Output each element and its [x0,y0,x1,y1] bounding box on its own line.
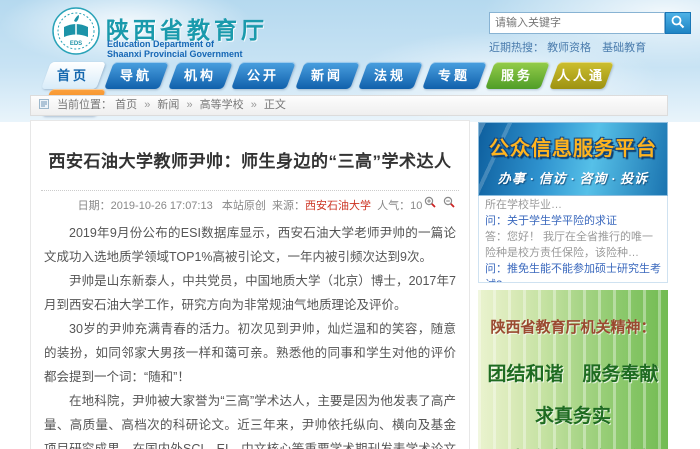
article-title: 西安石油大学教师尹帅：师生身边的“三高”学术达人 [31,147,469,172]
location-list-icon [39,97,49,116]
breadcrumb-label: 当前位置： [57,99,112,111]
spirit-slogan: 开拓创新 争创一流 [478,444,668,449]
nav-tab-disclosure[interactable]: 公开 [231,62,296,89]
font-zoom-controls [420,196,455,211]
hot-search-link-basic-edu[interactable]: 基础教育 [602,42,646,54]
svg-text:EDS: EDS [70,41,82,47]
article-paragraph: 30岁的尹帅充满青春的活力。初次见到尹帅，灿烂温和的笑容，随意的装扮，如同邻家大… [44,317,456,389]
nav-tab-topics[interactable]: 专题 [422,62,487,89]
site-subtitle-line1: Education Department of [107,39,243,49]
qa-answer: 答：您好！ 我厅在全省推行的唯一险种是校方责任保险，该险种… [485,229,661,261]
qa-question-link[interactable]: 问：关于学生学平险的求证 [485,213,661,229]
hot-search-row: 近期热搜： 教师资格 基础教育 [489,39,654,55]
nav-tab-home[interactable]: 首页 [41,62,106,89]
search-input[interactable] [489,12,665,34]
hot-search-label: 近期热搜： [489,42,544,54]
qa-answer-partial: 所在学校毕业… [485,197,661,213]
zoom-out-icon[interactable] [443,196,455,208]
article-date-label: 日期： [78,200,111,212]
breadcrumb-item-higher-edu[interactable]: 高等学校 [200,99,244,111]
search-button[interactable] [665,12,691,34]
article-body: 2019年9月份公布的ESI数据库显示，西安石油大学老师尹帅的一篇论文成功入选地… [44,221,456,449]
nav-tab-label: 服务 [502,62,534,89]
education-department-logo-icon: EDS [52,7,100,55]
banner-title: 公众信息服务平台 [479,132,667,161]
article-paragraph: 尹帅是山东新泰人，中共党员，中国地质大学（北京）博士，2017年7月到西安石油大… [44,269,456,317]
site-subtitle-line2: Shaanxi Provincial Government [107,49,243,59]
search-bar [489,12,691,34]
nav-tab-renrentong[interactable]: 人人通 [549,62,614,89]
nav-tab-services[interactable]: 服务 [485,62,550,89]
article-paragraph: 2019年9月份公布的ESI数据库显示，西安石油大学老师尹帅的一篇论文成功入选地… [44,221,456,269]
article-source: 西安石油大学 [305,200,371,212]
zoom-in-icon[interactable] [424,196,436,208]
nav-tab-label: 人人通 [557,62,605,89]
article-meta-row: 日期：2019-10-26 17:07:13 本站原创 来源：西安石油大学 人气… [41,190,459,213]
sidebar: 公众信息服务平台 办事 · 信访 · 咨询 · 投诉 所在学校毕业… 问：关于学… [478,122,668,449]
nav-tab-label: 导航 [121,62,153,89]
nav-tab-regulations[interactable]: 法规 [358,62,423,89]
article-panel: 西安石油大学教师尹帅：师生身边的“三高”学术达人 日期：2019-10-26 1… [30,120,470,449]
breadcrumb-separator: » [186,99,192,111]
site-logo: EDS [52,7,100,55]
banner-subtitle: 办事 · 信访 · 咨询 · 投诉 [479,168,667,187]
nav-tab-label: 新闻 [311,62,343,89]
article-source-label: 来源： [272,200,305,212]
breadcrumb-item-home[interactable]: 首页 [115,99,137,111]
search-icon [671,15,685,29]
nav-tab-organization[interactable]: 机构 [168,62,233,89]
breadcrumb-separator: » [144,99,150,111]
spirit-slogan: 团结和谐 服务奉献 [478,359,668,386]
qa-message-list: 所在学校毕业… 问：关于学生学平险的求证 答：您好！ 我厅在全省推行的唯一险种是… [478,196,668,283]
spirit-title: 陕西省教育厅机关精神： [478,290,668,337]
article-origin: 本站原创 [222,200,266,212]
main-navigation: 首页 导航 机构 公开 新闻 法规 专题 服务 人人通 新媒体 [46,62,676,89]
department-spirit-banner: 陕西省教育厅机关精神： 团结和谐 服务奉献 求真务实 开拓创新 争创一流 [478,290,668,449]
article-paragraph: 在地科院，尹帅被大家誉为“三高”学术达人，主要是因为他发表了高产量、高质量、高档… [44,389,456,449]
site-subtitle: Education Department of Shaanxi Provinci… [107,39,243,59]
nav-tab-label: 专题 [438,62,470,89]
public-info-service-banner[interactable]: 公众信息服务平台 办事 · 信访 · 咨询 · 投诉 [478,122,668,196]
nav-tab-label: 首页 [57,62,89,89]
spirit-slogan: 求真务实 [478,401,668,428]
nav-tab-label: 公开 [248,62,280,89]
nav-tab-guide[interactable]: 导航 [105,62,170,89]
nav-tab-label: 法规 [375,62,407,89]
breadcrumb-item-news[interactable]: 新闻 [157,99,179,111]
hot-search-link-teacher-cert[interactable]: 教师资格 [547,42,591,54]
breadcrumb-separator: » [251,99,257,111]
nav-tab-label: 机构 [184,62,216,89]
nav-tab-news[interactable]: 新闻 [295,62,360,89]
breadcrumb: 当前位置： 首页 » 新闻 » 高等学校 » 正文 [30,95,668,116]
article-date: 2019-10-26 17:07:13 [111,200,213,212]
breadcrumb-item-current: 正文 [264,99,286,111]
article-views-label: 人气： [377,200,410,212]
qa-question-link[interactable]: 问：推免生能不能参加硕士研究生考试? [485,261,661,283]
